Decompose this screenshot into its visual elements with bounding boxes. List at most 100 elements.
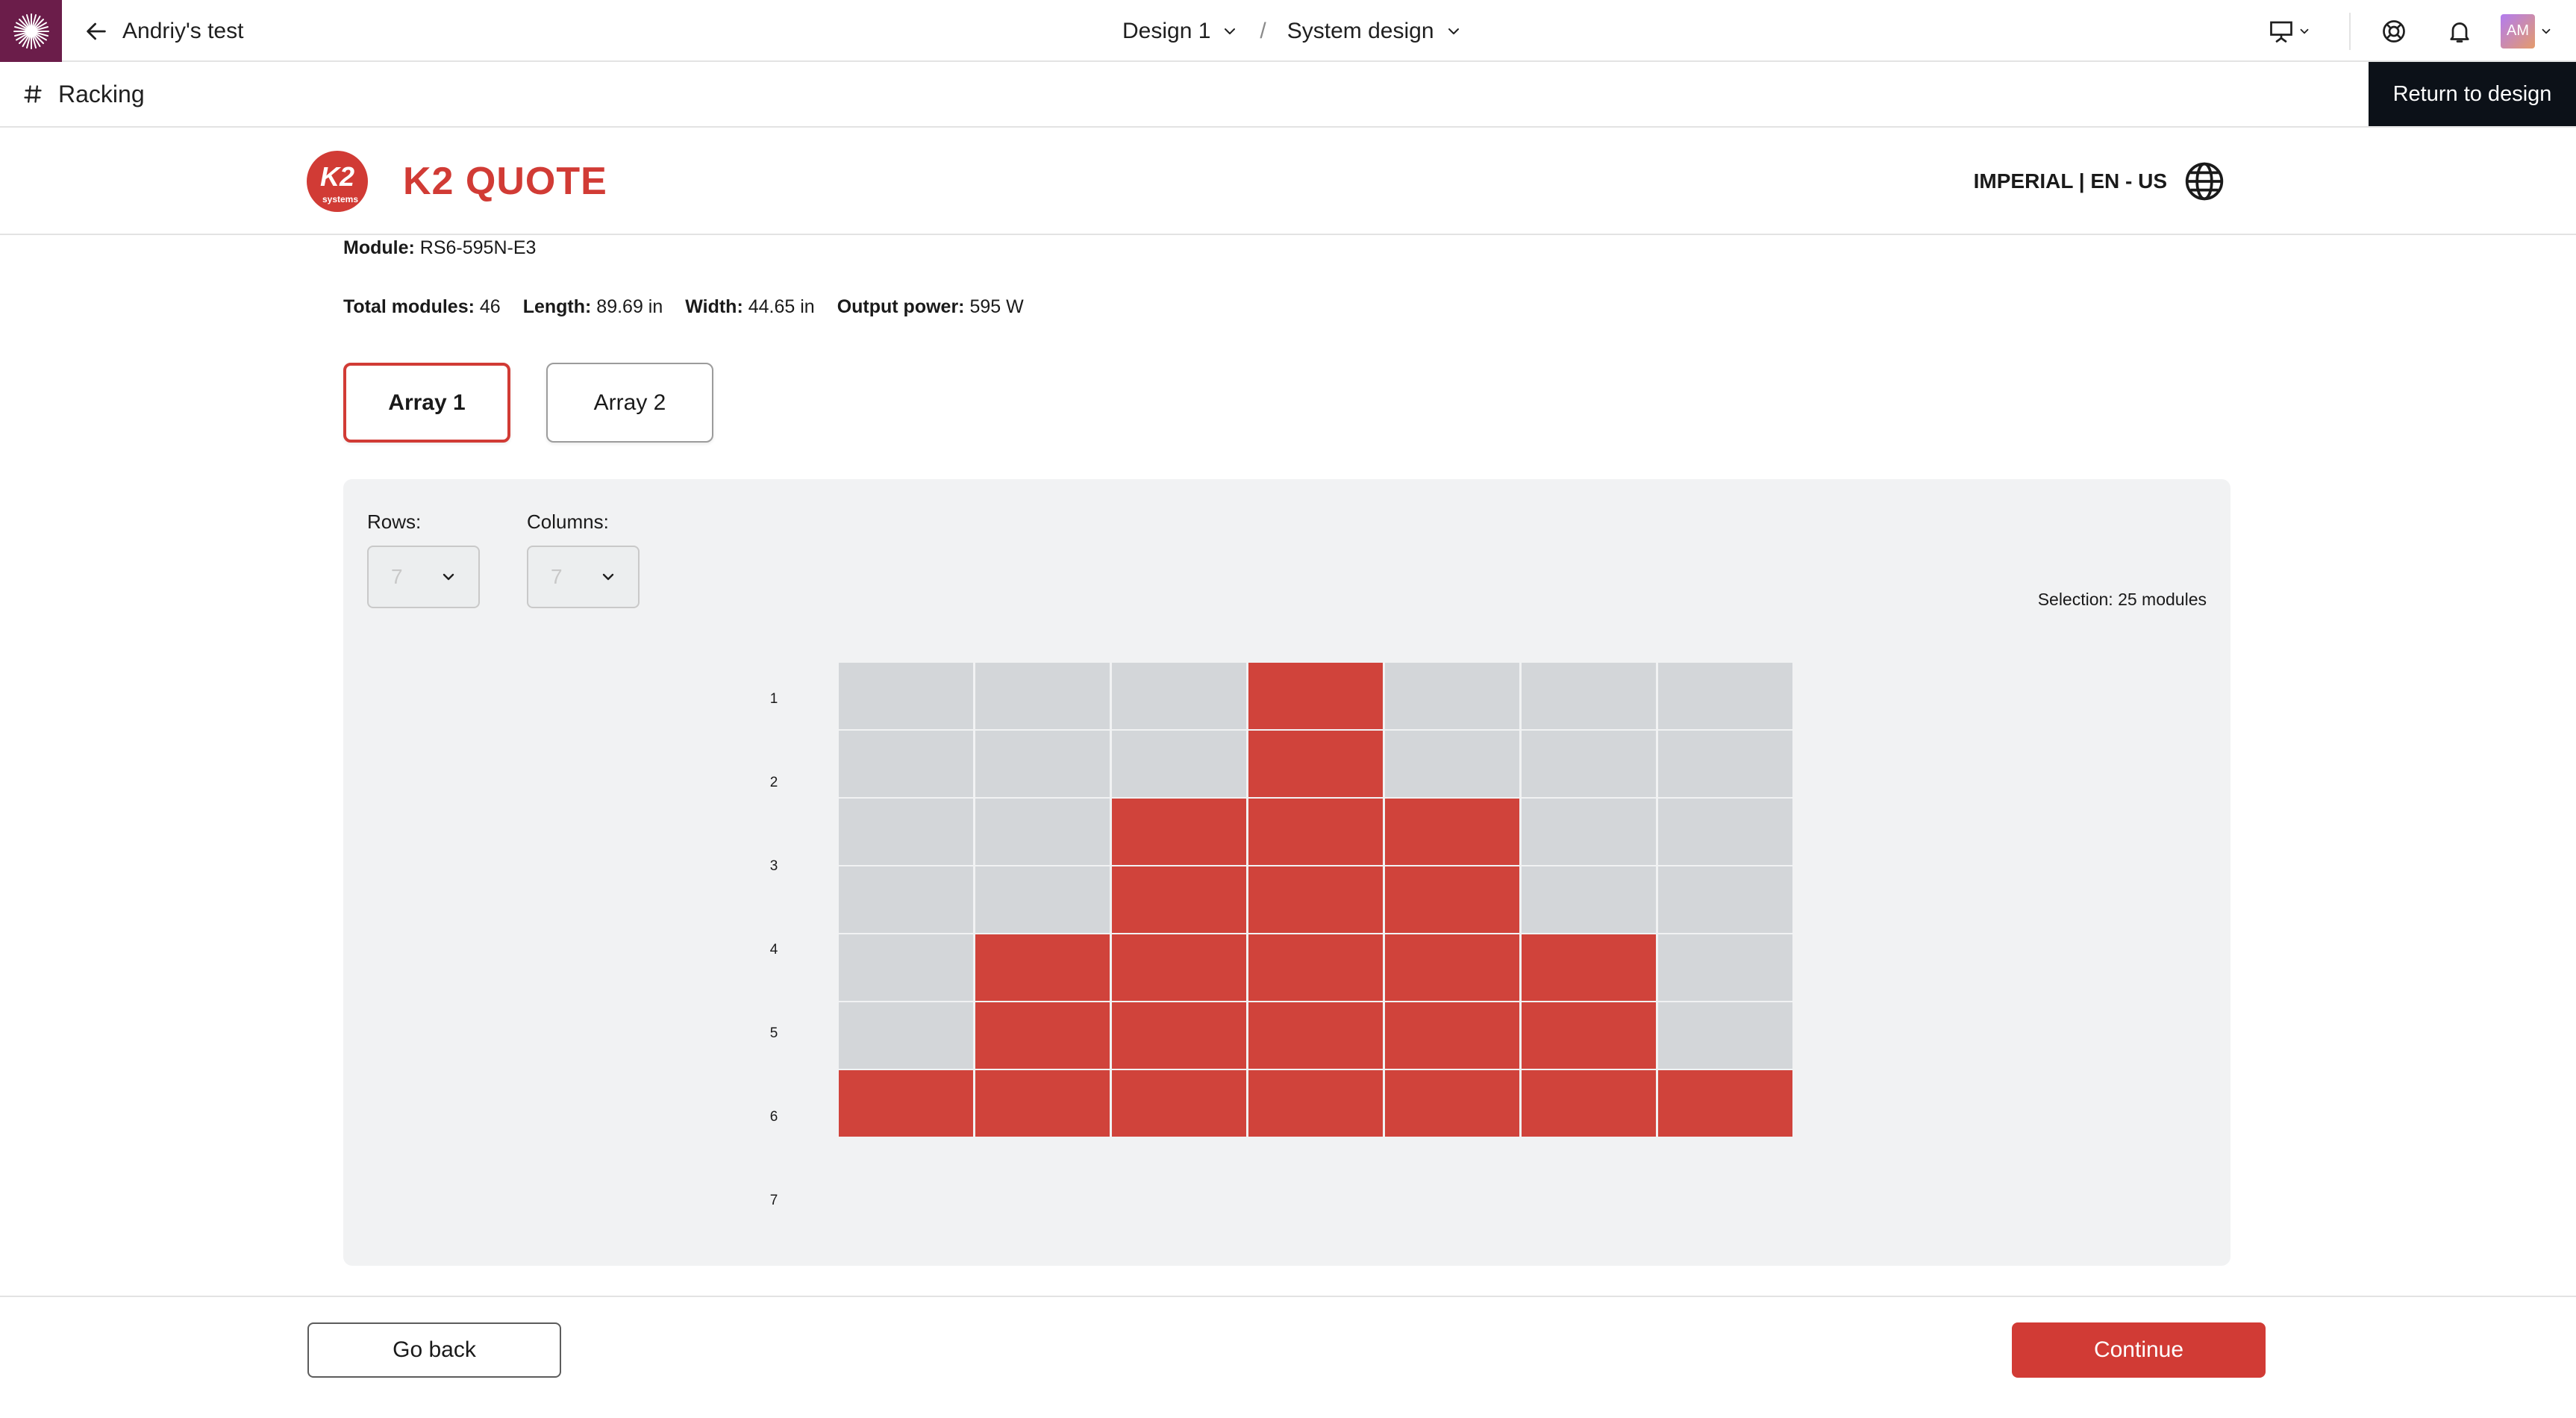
module-cell-selected[interactable] — [1522, 1002, 1656, 1069]
module-cell-selected[interactable] — [1248, 1002, 1383, 1069]
avatar: AM — [2501, 13, 2535, 49]
module-cell[interactable] — [839, 1002, 973, 1069]
row-label: 5 — [769, 1025, 778, 1041]
module-cell[interactable] — [1658, 1002, 1792, 1069]
module-cell[interactable] — [1658, 934, 1792, 1001]
spec-label: Width: — [685, 296, 743, 317]
module-cell-selected[interactable] — [1112, 866, 1246, 933]
continue-button[interactable]: Continue — [2012, 1322, 2266, 1378]
spec-output-power: Output power: 595 W — [837, 296, 1024, 318]
module-cell[interactable] — [975, 866, 1110, 933]
sunburst-logo-icon — [13, 13, 49, 49]
app-logo[interactable] — [0, 0, 62, 62]
section-title-label: Racking — [58, 80, 145, 107]
breadcrumb-separator: / — [1260, 18, 1266, 43]
spec-value: 595 W — [969, 296, 1024, 317]
bell-icon — [2450, 22, 2469, 43]
module-cell[interactable] — [839, 799, 973, 865]
module-cell-selected[interactable] — [1112, 934, 1246, 1001]
module-cell[interactable] — [1112, 663, 1246, 729]
design-selector[interactable]: Design 1 — [1122, 19, 1239, 44]
module-label: Module: — [343, 237, 415, 258]
k2-logo-subtext: systems — [322, 194, 358, 204]
module-specs: Total modules: 46 Length: 89.69 in Width… — [343, 296, 1024, 318]
chevron-down-icon — [2300, 28, 2309, 34]
module-cell-selected[interactable] — [1248, 663, 1383, 729]
module-cell[interactable] — [839, 866, 973, 933]
spec-value: 46 — [479, 296, 501, 317]
module-cell-selected[interactable] — [1248, 934, 1383, 1001]
module-cell[interactable] — [1658, 731, 1792, 797]
module-info: Module: RS6-595N-E3 — [343, 237, 536, 259]
module-cell[interactable] — [1385, 663, 1519, 729]
module-cell[interactable] — [1658, 866, 1792, 933]
module-cell[interactable] — [1385, 731, 1519, 797]
module-cell-selected[interactable] — [1112, 1070, 1246, 1137]
tab-array-2[interactable]: Array 2 — [546, 363, 713, 443]
module-cell[interactable] — [1522, 731, 1656, 797]
rows-label: Rows: — [367, 510, 422, 533]
k2-quote-title: K2 QUOTE — [403, 160, 607, 203]
presentation-icon — [2270, 21, 2292, 43]
columns-select[interactable]: 7 — [527, 546, 640, 608]
chevron-down-icon — [2542, 28, 2551, 34]
module-cell-selected[interactable] — [1658, 1070, 1792, 1137]
system-design-selector[interactable]: System design — [1287, 19, 1463, 44]
selection-count: Selection: 25 modules — [2037, 590, 2207, 609]
module-cell[interactable] — [1522, 866, 1656, 933]
module-cell-selected[interactable] — [1522, 1070, 1656, 1137]
module-cell[interactable] — [839, 663, 973, 729]
spec-value: 44.65 in — [748, 296, 815, 317]
module-cell[interactable] — [839, 934, 973, 1001]
module-cell-selected[interactable] — [839, 1070, 973, 1137]
module-cell-selected[interactable] — [1112, 799, 1246, 865]
module-cell-selected[interactable] — [1248, 731, 1383, 797]
module-cell-selected[interactable] — [1522, 934, 1656, 1001]
module-cell-selected[interactable] — [1385, 866, 1519, 933]
locale-selector[interactable]: IMPERIAL | EN - US — [1974, 128, 2225, 235]
footer: Go back Continue — [0, 1296, 2576, 1418]
go-back-button[interactable]: Go back — [307, 1322, 561, 1378]
top-right-actions: AM — [2260, 0, 2576, 62]
module-cell[interactable] — [975, 731, 1110, 797]
module-cell-selected[interactable] — [975, 934, 1110, 1001]
module-value: RS6-595N-E3 — [419, 237, 537, 258]
rows-select[interactable]: 7 — [367, 546, 480, 608]
back-to-project-link[interactable]: Andriy's test — [84, 0, 243, 62]
module-cell[interactable] — [1658, 799, 1792, 865]
module-cell-selected[interactable] — [1248, 1070, 1383, 1137]
return-to-design-button[interactable]: Return to design — [2369, 62, 2576, 126]
spec-label: Length: — [522, 296, 592, 317]
module-cell-selected[interactable] — [1385, 934, 1519, 1001]
notifications-button[interactable] — [2427, 18, 2492, 45]
presentation-menu-button[interactable] — [2260, 18, 2319, 45]
module-cell-selected[interactable] — [1385, 1070, 1519, 1137]
k2-systems-logo: K2 systems — [307, 151, 368, 212]
arrow-left-icon — [87, 22, 106, 40]
module-cell[interactable] — [1522, 799, 1656, 865]
module-cell[interactable] — [839, 731, 973, 797]
module-cell[interactable] — [1522, 663, 1656, 729]
module-cell[interactable] — [1112, 731, 1246, 797]
user-menu-button[interactable]: AM — [2492, 13, 2561, 49]
module-cell[interactable] — [975, 799, 1110, 865]
help-button[interactable] — [2361, 18, 2427, 45]
spec-label: Total modules: — [343, 296, 475, 317]
module-cell-selected[interactable] — [975, 1002, 1110, 1069]
spec-value: 89.69 in — [596, 296, 663, 317]
module-cell-selected[interactable] — [1112, 1002, 1246, 1069]
columns-label: Columns: — [527, 510, 609, 533]
tab-array-1[interactable]: Array 1 — [343, 363, 510, 443]
spec-width: Width: 44.65 in — [685, 296, 814, 318]
module-cell[interactable] — [975, 663, 1110, 729]
hash-icon — [24, 85, 42, 103]
module-cell-selected[interactable] — [1385, 1002, 1519, 1069]
spec-total-modules: Total modules: 46 — [343, 296, 501, 318]
module-cell-selected[interactable] — [1248, 866, 1383, 933]
module-cell-selected[interactable] — [1248, 799, 1383, 865]
module-cell-selected[interactable] — [975, 1070, 1110, 1137]
module-cell-selected[interactable] — [1385, 799, 1519, 865]
row-label: 6 — [769, 1109, 778, 1125]
module-cell[interactable] — [1658, 663, 1792, 729]
chevron-down-icon — [443, 573, 454, 581]
